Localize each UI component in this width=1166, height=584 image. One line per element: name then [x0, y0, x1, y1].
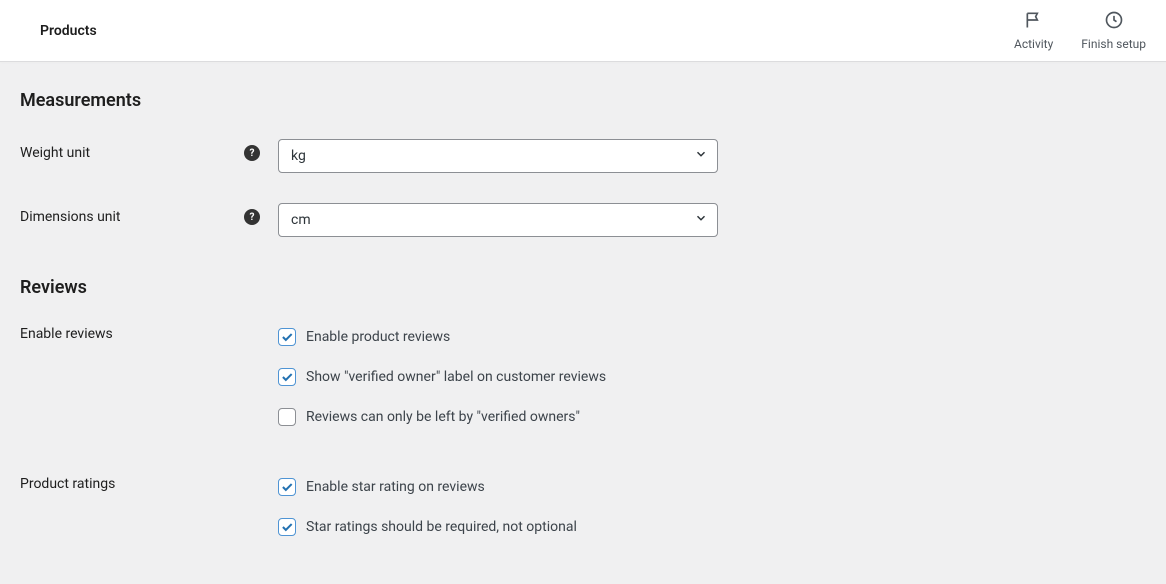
product-ratings-label: Product ratings: [20, 476, 278, 492]
checkbox-row: Star ratings should be required, not opt…: [278, 518, 577, 536]
product-ratings-options: Enable star rating on reviews Star ratin…: [278, 476, 577, 536]
reviews-heading: Reviews: [20, 277, 1146, 298]
checkbox-row: Reviews can only be left by "verified ow…: [278, 408, 606, 426]
dimensions-unit-select[interactable]: cm: [278, 203, 718, 237]
enable-reviews-label: Enable reviews: [20, 326, 278, 342]
checkbox-row: Enable star rating on reviews: [278, 478, 577, 496]
weight-unit-row: Weight unit ? kg: [20, 139, 1146, 173]
checkbox-label: Enable product reviews: [306, 329, 450, 345]
activity-label: Activity: [1014, 37, 1053, 51]
settings-content: Measurements Weight unit ? kg Dimensions…: [0, 62, 1166, 584]
finish-setup-button[interactable]: Finish setup: [1081, 10, 1146, 51]
topbar-actions: Activity Finish setup: [1014, 10, 1146, 51]
weight-unit-label: Weight unit: [20, 145, 244, 161]
checkbox-label: Star ratings should be required, not opt…: [306, 519, 577, 535]
weight-unit-select[interactable]: kg: [278, 139, 718, 173]
measurements-heading: Measurements: [20, 90, 1146, 111]
enable-product-reviews-checkbox[interactable]: [278, 328, 296, 346]
enable-reviews-options: Enable product reviews Show "verified ow…: [278, 326, 606, 426]
flag-icon: [1024, 10, 1044, 34]
checkbox-row: Enable product reviews: [278, 328, 606, 346]
checkbox-label: Reviews can only be left by "verified ow…: [306, 409, 580, 425]
activity-button[interactable]: Activity: [1014, 10, 1053, 51]
checkbox-label: Show "verified owner" label on customer …: [306, 369, 606, 385]
star-rating-required-checkbox[interactable]: [278, 518, 296, 536]
enable-reviews-row: Enable reviews Enable product reviews Sh…: [20, 326, 1146, 426]
finish-setup-label: Finish setup: [1081, 37, 1146, 51]
dimensions-unit-row: Dimensions unit ? cm: [20, 203, 1146, 237]
verified-owner-label-checkbox[interactable]: [278, 368, 296, 386]
clock-icon: [1104, 10, 1124, 34]
help-icon[interactable]: ?: [244, 145, 260, 161]
checkbox-row: Show "verified owner" label on customer …: [278, 368, 606, 386]
product-ratings-row: Product ratings Enable star rating on re…: [20, 476, 1146, 536]
checkbox-label: Enable star rating on reviews: [306, 479, 485, 495]
dimensions-unit-label: Dimensions unit: [20, 209, 244, 225]
page-title: Products: [40, 23, 97, 39]
top-bar: Products Activity Finish setup: [0, 0, 1166, 62]
enable-star-rating-checkbox[interactable]: [278, 478, 296, 496]
help-icon[interactable]: ?: [244, 209, 260, 225]
verified-owners-only-checkbox[interactable]: [278, 408, 296, 426]
